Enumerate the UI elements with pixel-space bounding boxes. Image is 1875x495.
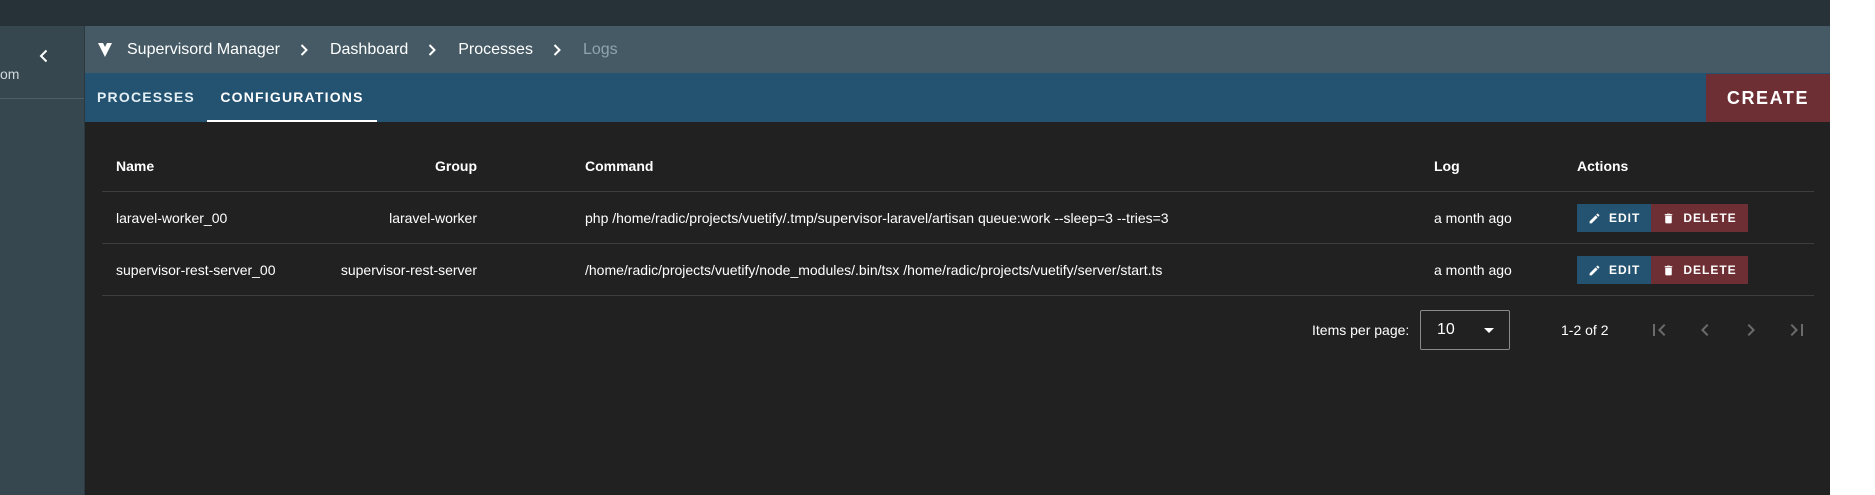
pagination-range: 1-2 of 2 [1561, 322, 1609, 338]
vuetify-logo-icon [98, 42, 112, 57]
configurations-table: Name Group Command Log Actions laravel-w… [102, 140, 1814, 296]
create-button[interactable]: CREATE [1706, 74, 1830, 122]
sidebar: om [0, 26, 85, 495]
breadcrumb: Supervisord Manager Dashboard Processes … [85, 26, 1830, 73]
cell-command: php /home/radic/projects/vuetify/.tmp/su… [585, 210, 1169, 226]
table-footer: Items per page: 10 1-2 of 2 [102, 306, 1814, 354]
trash-icon [1665, 213, 1673, 223]
table-row: laravel-worker_00 laravel-worker php /ho… [102, 192, 1814, 244]
delete-button[interactable]: DELETE [1651, 204, 1748, 232]
edit-button[interactable]: EDIT [1577, 256, 1652, 284]
page-next-icon[interactable] [1739, 318, 1763, 342]
cell-log: a month ago [1434, 210, 1512, 226]
tab-bar: PROCESSES CONFIGURATIONS [85, 73, 1830, 122]
chevron-right-icon [553, 43, 561, 56]
row-actions: EDIT DELETE [1577, 256, 1748, 284]
column-header-actions: Actions [1577, 158, 1629, 174]
tab-processes[interactable]: PROCESSES [85, 73, 207, 122]
column-header-log[interactable]: Log [1434, 140, 1460, 192]
column-header-group[interactable]: Group [435, 140, 477, 192]
row-actions: EDIT DELETE [1577, 204, 1748, 232]
breadcrumb-item-supervisord-manager[interactable]: Supervisord Manager [127, 41, 280, 59]
edit-button[interactable]: EDIT [1577, 204, 1652, 232]
delete-button[interactable]: DELETE [1651, 256, 1748, 284]
delete-button-label: DELETE [1683, 211, 1737, 225]
items-per-page-select[interactable]: 10 [1420, 310, 1510, 350]
page-last-icon[interactable] [1785, 318, 1809, 342]
page-first-icon[interactable] [1647, 318, 1671, 342]
top-system-bar [0, 0, 1830, 26]
app-window: om Supervisord Manager Dashboard Process… [0, 0, 1830, 495]
column-header-name[interactable]: Name [116, 140, 154, 192]
column-header-command[interactable]: Command [585, 140, 653, 192]
chevron-right-icon [429, 43, 437, 56]
cell-name: supervisor-rest-server_00 [116, 262, 276, 278]
sidebar-header: om [0, 26, 84, 99]
cell-group: supervisor-rest-server [340, 262, 477, 278]
breadcrumb-item-processes[interactable]: Processes [458, 41, 533, 59]
tab-configurations[interactable]: CONFIGURATIONS [207, 73, 377, 122]
sidebar-user-text: om [0, 66, 20, 82]
pencil-icon [1589, 213, 1600, 223]
page-previous-icon[interactable] [1693, 318, 1717, 342]
chevron-left-icon[interactable] [36, 48, 52, 64]
table-header-row: Name Group Command Log Actions [102, 140, 1814, 192]
cell-command: /home/radic/projects/vuetify/node_module… [585, 262, 1163, 278]
chevron-right-icon [300, 43, 308, 56]
cell-log: a month ago [1434, 262, 1512, 278]
cell-name: laravel-worker_00 [116, 210, 228, 226]
cell-group: laravel-worker [389, 210, 477, 226]
edit-button-label: EDIT [1609, 211, 1641, 225]
trash-icon [1665, 265, 1673, 275]
breadcrumb-item-dashboard[interactable]: Dashboard [330, 41, 408, 59]
pencil-icon [1589, 265, 1600, 275]
items-per-page-label: Items per page: [1312, 322, 1410, 338]
items-per-page-value: 10 [1437, 321, 1455, 338]
menu-down-icon [1484, 328, 1494, 333]
edit-button-label: EDIT [1609, 263, 1641, 277]
delete-button-label: DELETE [1683, 263, 1737, 277]
table-row: supervisor-rest-server_00 supervisor-res… [102, 244, 1814, 296]
breadcrumb-item-logs: Logs [582, 40, 618, 58]
